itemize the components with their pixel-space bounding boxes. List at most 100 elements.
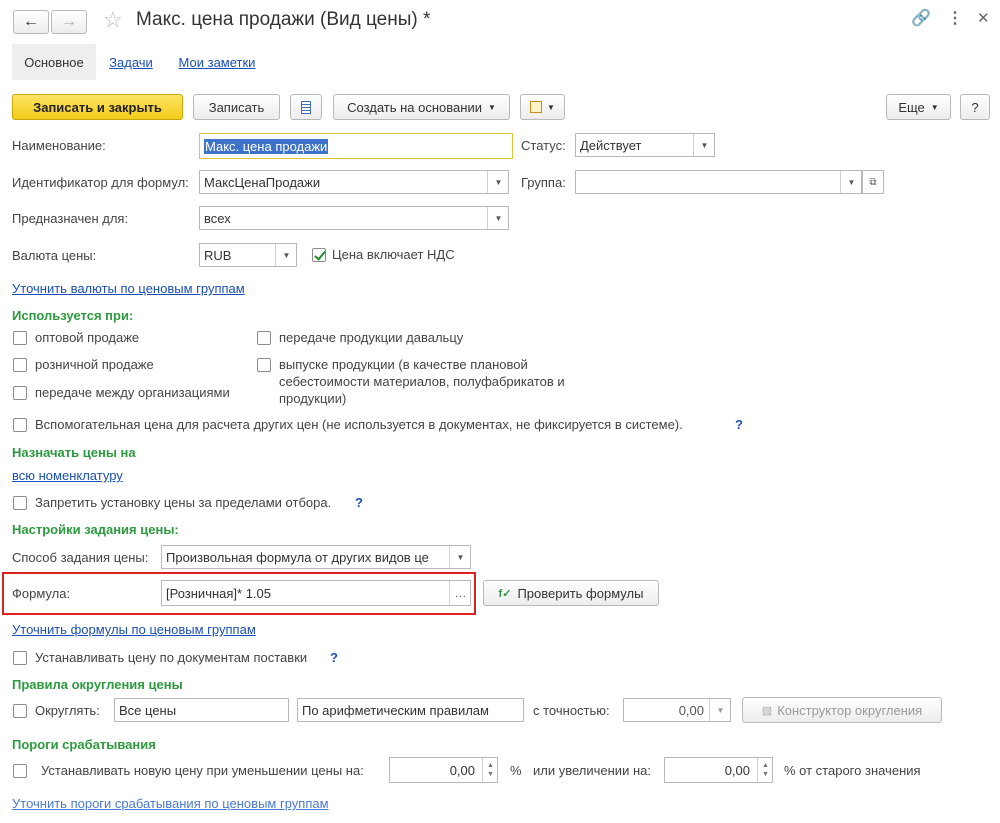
back-button[interactable]: ←: [13, 10, 49, 34]
production-label-line3: продукции): [279, 391, 347, 406]
save-close-button[interactable]: Записать и закрыть: [12, 94, 183, 120]
create-based-button[interactable]: Создать на основании ▼: [333, 94, 510, 120]
chevron-down-icon: ▼: [930, 102, 939, 112]
formula-label: Формула:: [12, 586, 71, 601]
formula-groups-link[interactable]: Уточнить формулы по ценовым группам: [12, 622, 256, 638]
round-rule-value: По арифметическим правилам: [302, 702, 489, 718]
check-formulas-label: Проверить формулы: [517, 585, 644, 601]
open-form-icon: ⧉: [869, 176, 877, 188]
status-select[interactable]: Действует ▼: [575, 133, 715, 157]
thresholds-groups-link[interactable]: Уточнить пороги срабатывания по ценовым …: [12, 796, 329, 812]
currency-select[interactable]: RUB ▼: [199, 243, 297, 267]
stepper-icon[interactable]: ▲ ▼: [757, 758, 772, 782]
more-vert-icon[interactable]: ⋮: [947, 8, 963, 28]
thresholds-header: Пороги срабатывания: [12, 737, 156, 752]
tab-main-label: Основное: [24, 54, 84, 70]
retail-checkbox[interactable]: [13, 358, 27, 372]
vat-checkbox[interactable]: [312, 248, 326, 262]
name-input[interactable]: Макс. цена продажи: [199, 133, 513, 159]
method-value: Произвольная формула от других видов це: [166, 549, 429, 565]
help-button[interactable]: ?: [960, 94, 990, 120]
decrease-value: 0,00: [449, 762, 475, 778]
tab-notes[interactable]: Мои заметки: [172, 44, 262, 80]
production-label-line1: выпуске продукции (в качестве плановой: [279, 357, 528, 372]
round-rule-input[interactable]: По арифметическим правилам: [297, 698, 524, 722]
increase-value: 0,00: [724, 762, 750, 778]
auxiliary-help-icon[interactable]: ?: [735, 417, 743, 433]
by-supply-help-icon[interactable]: ?: [330, 650, 338, 666]
chevron-down-icon[interactable]: ▼: [487, 207, 508, 229]
chevron-down-icon: ▼: [487, 102, 496, 112]
constructor-icon: ▧: [761, 704, 773, 717]
currency-value: RUB: [204, 247, 232, 263]
intended-select[interactable]: всех ▼: [199, 206, 509, 230]
tab-main[interactable]: Основное: [12, 44, 96, 80]
rounding-constructor-button[interactable]: ▧ Конструктор округления: [742, 697, 942, 723]
to-customer-checkbox[interactable]: [257, 331, 271, 345]
close-icon[interactable]: ✕: [977, 9, 990, 27]
precision-select[interactable]: 0,00 ▼: [623, 698, 731, 722]
assign-header: Назначать цены на: [12, 445, 136, 460]
stepper-icon[interactable]: ▲ ▼: [482, 758, 497, 782]
group-open-button[interactable]: ⧉: [862, 170, 884, 194]
formula-value: [Розничная]* 1.05: [166, 585, 272, 601]
formula-id-value: МаксЦенаПродажи: [204, 174, 321, 190]
print-menu-button[interactable]: ▼: [520, 94, 565, 120]
thresholds-checkbox[interactable]: [13, 764, 27, 778]
intended-label: Предназначен для:: [12, 211, 129, 226]
chevron-down-icon[interactable]: ▼: [487, 171, 508, 193]
retail-label: розничной продаже: [35, 357, 154, 372]
round-checkbox[interactable]: [13, 704, 27, 718]
forbid-help-icon[interactable]: ?: [355, 495, 363, 511]
check-formulas-button[interactable]: f✓ Проверить формулы: [483, 580, 659, 606]
price-settings-header: Настройки задания цены:: [12, 522, 179, 537]
more-label: Еще: [898, 99, 925, 115]
method-label: Способ задания цены:: [12, 550, 149, 565]
more-button[interactable]: Еще ▼: [886, 94, 951, 120]
tab-tasks[interactable]: Задачи: [104, 44, 158, 80]
link-icon[interactable]: 🔗: [911, 8, 931, 28]
chevron-down-icon[interactable]: ▼: [275, 244, 296, 266]
vat-label: Цена включает НДС: [332, 247, 455, 262]
by-supply-label: Устанавливать цену по документам поставк…: [35, 650, 308, 665]
chevron-down-icon[interactable]: ▼: [693, 134, 714, 156]
ellipsis-icon[interactable]: …: [449, 581, 470, 605]
arrow-left-icon: ←: [23, 13, 39, 30]
between-orgs-checkbox[interactable]: [13, 386, 27, 400]
group-label: Группа:: [521, 175, 566, 190]
production-checkbox[interactable]: [257, 358, 271, 372]
forbid-label: Запретить установку цены за пределами от…: [35, 495, 332, 510]
formula-check-icon: f✓: [498, 587, 512, 600]
report-button[interactable]: [290, 94, 322, 120]
formula-input[interactable]: [Розничная]* 1.05 …: [161, 580, 471, 606]
formula-id-input[interactable]: МаксЦенаПродажи ▼: [199, 170, 509, 194]
currency-groups-link[interactable]: Уточнить валюты по ценовым группам: [12, 281, 245, 297]
increase-input[interactable]: 0,00 ▲ ▼: [664, 757, 773, 783]
wholesale-checkbox[interactable]: [13, 331, 27, 345]
status-value: Действует: [580, 137, 642, 153]
round-prices-input[interactable]: Все цены: [114, 698, 289, 722]
forbid-checkbox[interactable]: [13, 496, 27, 510]
wholesale-label: оптовой продаже: [35, 330, 140, 345]
decrease-input[interactable]: 0,00 ▲ ▼: [389, 757, 498, 783]
by-supply-checkbox[interactable]: [13, 651, 27, 665]
name-input-value: Макс. цена продажи: [204, 138, 329, 154]
chevron-down-icon[interactable]: ▼: [449, 546, 470, 568]
method-select[interactable]: Произвольная формула от других видов це …: [161, 545, 471, 569]
chevron-down-icon[interactable]: ▼: [709, 699, 730, 721]
print-icon: [530, 101, 543, 113]
auxiliary-label: Вспомогательная цена для расчета других …: [35, 417, 683, 432]
group-select[interactable]: ▼: [575, 170, 862, 194]
currency-label: Валюта цены:: [12, 248, 97, 263]
nomenclature-link[interactable]: всю номенклатуру: [12, 468, 123, 484]
tab-tasks-label: Задачи: [109, 54, 153, 70]
chevron-down-icon[interactable]: ▼: [840, 171, 861, 193]
increase-label: или увеличении на:: [533, 763, 651, 778]
favorite-star-icon[interactable]: ☆: [103, 7, 123, 33]
to-customer-label: передаче продукции давальцу: [279, 330, 464, 345]
auxiliary-checkbox[interactable]: [13, 418, 27, 432]
save-button[interactable]: Записать: [193, 94, 280, 120]
forward-button[interactable]: →: [51, 10, 87, 34]
document-list-icon: [301, 100, 311, 114]
chevron-down-icon: ▼: [547, 102, 555, 112]
